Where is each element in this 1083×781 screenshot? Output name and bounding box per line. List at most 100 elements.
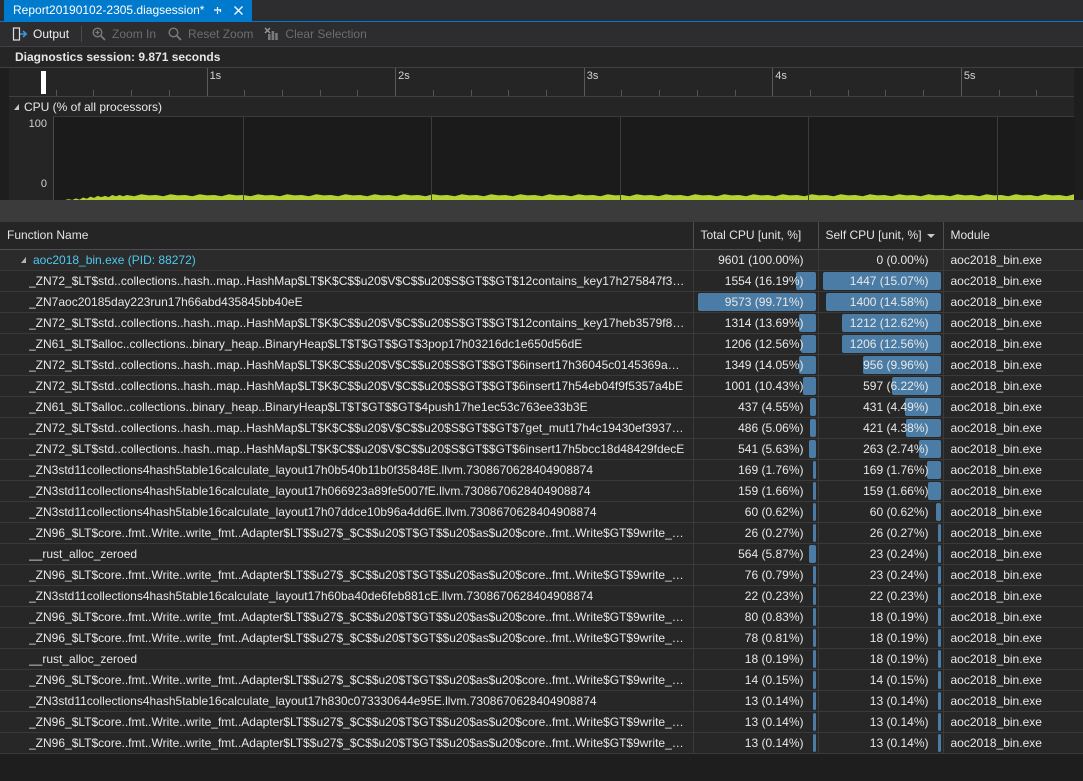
cell-function-name[interactable]: _ZN3std11collections4hash5table16calcula…: [0, 480, 693, 501]
cell-total-cpu[interactable]: 486 (5.06%): [693, 417, 818, 438]
cell-self-cpu[interactable]: 263 (2.74%): [818, 438, 943, 459]
table-row[interactable]: _ZN96_$LT$core..fmt..Write..write_fmt..A…: [0, 564, 1083, 585]
cell-self-cpu[interactable]: 18 (0.19%): [818, 648, 943, 669]
cell-function-name[interactable]: _ZN3std11collections4hash5table16calcula…: [0, 501, 693, 522]
cell-total-cpu[interactable]: 541 (5.63%): [693, 438, 818, 459]
cell-module[interactable]: aoc2018_bin.exe: [943, 627, 1083, 648]
close-icon[interactable]: [233, 5, 246, 16]
zoom-in-button[interactable]: Zoom In: [89, 24, 165, 45]
cell-self-cpu[interactable]: 13 (0.14%): [818, 732, 943, 753]
cpu-graph-header[interactable]: CPU (% of all processors): [9, 97, 1074, 116]
output-button[interactable]: Output: [10, 24, 78, 45]
cell-self-cpu[interactable]: 169 (1.76%): [818, 459, 943, 480]
cell-module[interactable]: aoc2018_bin.exe: [943, 480, 1083, 501]
table-row[interactable]: _ZN96_$LT$core..fmt..Write..write_fmt..A…: [0, 627, 1083, 648]
cell-module[interactable]: aoc2018_bin.exe: [943, 375, 1083, 396]
cell-module[interactable]: aoc2018_bin.exe: [943, 396, 1083, 417]
cell-module[interactable]: aoc2018_bin.exe: [943, 606, 1083, 627]
table-row[interactable]: _ZN96_$LT$core..fmt..Write..write_fmt..A…: [0, 711, 1083, 732]
cell-module[interactable]: aoc2018_bin.exe: [943, 564, 1083, 585]
cell-self-cpu[interactable]: 1400 (14.58%): [818, 291, 943, 312]
cell-self-cpu[interactable]: 26 (0.27%): [818, 522, 943, 543]
cell-total-cpu[interactable]: 13 (0.14%): [693, 690, 818, 711]
table-row[interactable]: __rust_alloc_zeroed564 (5.87%)23 (0.24%)…: [0, 543, 1083, 564]
cell-function-name[interactable]: _ZN96_$LT$core..fmt..Write..write_fmt..A…: [0, 669, 693, 690]
table-row[interactable]: _ZN3std11collections4hash5table16calcula…: [0, 480, 1083, 501]
row-expander-icon[interactable]: [21, 257, 26, 263]
cell-total-cpu[interactable]: 1206 (12.56%): [693, 333, 818, 354]
cell-function-name[interactable]: _ZN72_$LT$std..collections..hash..map..H…: [0, 270, 693, 291]
column-header-self-cpu[interactable]: Self CPU [unit, %]: [818, 222, 943, 249]
cell-total-cpu[interactable]: 437 (4.55%): [693, 396, 818, 417]
call-tree-table-container[interactable]: Function Name Total CPU [unit, %] Self C…: [0, 222, 1083, 776]
cell-module[interactable]: aoc2018_bin.exe: [943, 270, 1083, 291]
cell-self-cpu[interactable]: 597 (6.22%): [818, 375, 943, 396]
cell-total-cpu[interactable]: 76 (0.79%): [693, 564, 818, 585]
cell-self-cpu[interactable]: 159 (1.66%): [818, 480, 943, 501]
cell-total-cpu[interactable]: 18 (0.19%): [693, 648, 818, 669]
cell-self-cpu[interactable]: 1212 (12.62%): [818, 312, 943, 333]
cell-function-name[interactable]: _ZN96_$LT$core..fmt..Write..write_fmt..A…: [0, 732, 693, 753]
table-row[interactable]: _ZN61_$LT$alloc..collections..binary_hea…: [0, 396, 1083, 417]
cell-total-cpu[interactable]: 1314 (13.69%): [693, 312, 818, 333]
table-row[interactable]: _ZN3std11collections4hash5table16calcula…: [0, 585, 1083, 606]
cell-module[interactable]: aoc2018_bin.exe: [943, 522, 1083, 543]
table-row[interactable]: _ZN72_$LT$std..collections..hash..map..H…: [0, 375, 1083, 396]
cell-module[interactable]: aoc2018_bin.exe: [943, 312, 1083, 333]
cell-function-name[interactable]: _ZN3std11collections4hash5table16calcula…: [0, 585, 693, 606]
cell-function-name[interactable]: _ZN3std11collections4hash5table16calcula…: [0, 690, 693, 711]
cell-total-cpu[interactable]: 78 (0.81%): [693, 627, 818, 648]
cell-function-name[interactable]: _ZN7aoc20185day223run17h66abd435845bb40e…: [0, 291, 693, 312]
pin-icon[interactable]: [212, 5, 225, 16]
cell-self-cpu[interactable]: 13 (0.14%): [818, 711, 943, 732]
cell-function-name[interactable]: _ZN96_$LT$core..fmt..Write..write_fmt..A…: [0, 564, 693, 585]
cell-self-cpu[interactable]: 1206 (12.56%): [818, 333, 943, 354]
cell-module[interactable]: aoc2018_bin.exe: [943, 585, 1083, 606]
cell-function-name[interactable]: _ZN96_$LT$core..fmt..Write..write_fmt..A…: [0, 606, 693, 627]
cell-module[interactable]: aoc2018_bin.exe: [943, 417, 1083, 438]
cell-function-name[interactable]: _ZN72_$LT$std..collections..hash..map..H…: [0, 354, 693, 375]
cell-module[interactable]: aoc2018_bin.exe: [943, 501, 1083, 522]
table-row[interactable]: _ZN72_$LT$std..collections..hash..map..H…: [0, 354, 1083, 375]
cell-function-name[interactable]: _ZN96_$LT$core..fmt..Write..write_fmt..A…: [0, 522, 693, 543]
cell-function-name[interactable]: _ZN3std11collections4hash5table16calcula…: [0, 459, 693, 480]
table-row[interactable]: _ZN7aoc20185day223run17h66abd435845bb40e…: [0, 291, 1083, 312]
cell-module[interactable]: aoc2018_bin.exe: [943, 354, 1083, 375]
cell-total-cpu[interactable]: 26 (0.27%): [693, 522, 818, 543]
cell-total-cpu[interactable]: 159 (1.66%): [693, 480, 818, 501]
column-header-module[interactable]: Module: [943, 222, 1083, 249]
cell-module[interactable]: aoc2018_bin.exe: [943, 543, 1083, 564]
cell-module[interactable]: aoc2018_bin.exe: [943, 690, 1083, 711]
cell-function-name[interactable]: _ZN72_$LT$std..collections..hash..map..H…: [0, 312, 693, 333]
column-header-function-name[interactable]: Function Name: [0, 222, 693, 249]
cell-total-cpu[interactable]: 169 (1.76%): [693, 459, 818, 480]
cell-total-cpu[interactable]: 1001 (10.43%): [693, 375, 818, 396]
cell-total-cpu[interactable]: 80 (0.83%): [693, 606, 818, 627]
cell-module[interactable]: aoc2018_bin.exe: [943, 711, 1083, 732]
cell-self-cpu[interactable]: 18 (0.19%): [818, 627, 943, 648]
cell-self-cpu[interactable]: 18 (0.19%): [818, 606, 943, 627]
panel-splitter[interactable]: [0, 200, 1083, 222]
cell-self-cpu[interactable]: 22 (0.23%): [818, 585, 943, 606]
clear-selection-button[interactable]: Clear Selection: [262, 24, 375, 45]
table-row[interactable]: _ZN96_$LT$core..fmt..Write..write_fmt..A…: [0, 669, 1083, 690]
cell-self-cpu[interactable]: 23 (0.24%): [818, 543, 943, 564]
cell-self-cpu[interactable]: 14 (0.15%): [818, 669, 943, 690]
cell-function-name[interactable]: __rust_alloc_zeroed: [0, 543, 693, 564]
table-row[interactable]: _ZN3std11collections4hash5table16calcula…: [0, 459, 1083, 480]
cell-module[interactable]: aoc2018_bin.exe: [943, 459, 1083, 480]
cell-self-cpu[interactable]: 13 (0.14%): [818, 690, 943, 711]
cell-self-cpu[interactable]: 421 (4.38%): [818, 417, 943, 438]
table-row[interactable]: _ZN72_$LT$std..collections..hash..map..H…: [0, 438, 1083, 459]
table-row[interactable]: __rust_alloc_zeroed18 (0.19%)18 (0.19%)a…: [0, 648, 1083, 669]
cell-function-name[interactable]: _ZN96_$LT$core..fmt..Write..write_fmt..A…: [0, 627, 693, 648]
cell-function-name[interactable]: _ZN61_$LT$alloc..collections..binary_hea…: [0, 396, 693, 417]
cell-self-cpu[interactable]: 0 (0.00%): [818, 249, 943, 270]
cell-module[interactable]: aoc2018_bin.exe: [943, 732, 1083, 753]
cell-self-cpu[interactable]: 23 (0.24%): [818, 564, 943, 585]
cell-total-cpu[interactable]: 1349 (14.05%): [693, 354, 818, 375]
chevron-collapse-icon[interactable]: [14, 104, 19, 110]
cell-self-cpu[interactable]: 956 (9.96%): [818, 354, 943, 375]
table-row[interactable]: _ZN72_$LT$std..collections..hash..map..H…: [0, 312, 1083, 333]
table-row[interactable]: aoc2018_bin.exe (PID: 88272)9601 (100.00…: [0, 249, 1083, 270]
